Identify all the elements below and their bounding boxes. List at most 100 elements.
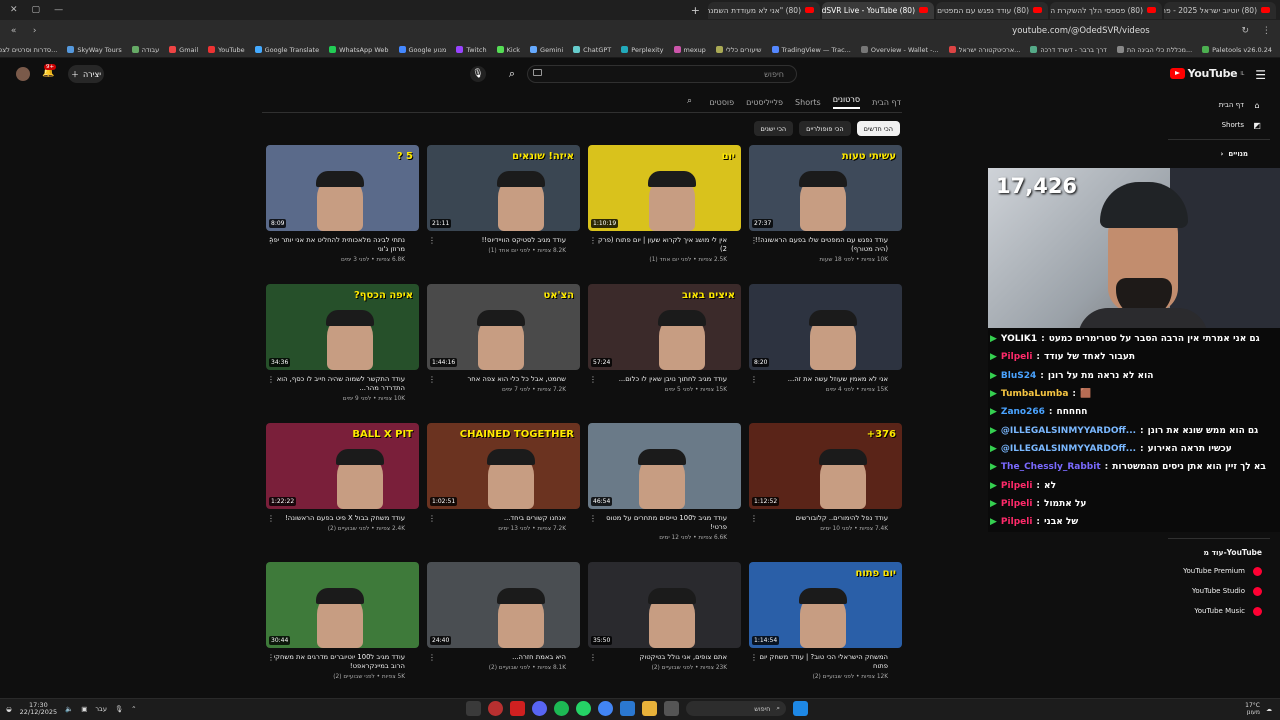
notifications-button[interactable]: 🔔 9+: [42, 64, 57, 78]
more-options-icon[interactable]: ⋮: [267, 514, 275, 523]
video-card[interactable]: 5 ? 8:09 נתתי לבינה מלאכותית להחליט את אני…: [265, 145, 419, 284]
more-options-icon[interactable]: ⋮: [750, 653, 758, 662]
video-card[interactable]: איזה! שונאים 21:11 עודד מגיב לסטיקס הווייד…: [426, 145, 580, 284]
video-card[interactable]: איצים באוב 57:24 עודד מגיב לחתוך נויבן שאי…: [587, 284, 741, 423]
network-icon[interactable]: ▣: [81, 705, 87, 713]
browser-tab[interactable]: (80) פספסי הלך להשקרת הבשפי×: [1050, 1, 1162, 19]
spotify-app-icon[interactable]: [554, 701, 569, 716]
video-title[interactable]: נתתי לבינה מלאכותית להחליט את אני יותר י…: [267, 236, 405, 254]
video-title[interactable]: שחמט, אבל כל כלי הוא צפה אחר: [428, 375, 566, 384]
bookmark-item[interactable]: TradingView — Trac...: [771, 46, 851, 54]
taskbar-search[interactable]: חיפוש ⌕: [686, 701, 786, 716]
more-options-icon[interactable]: ⋮: [750, 236, 758, 245]
video-card[interactable]: יום פתוח 1:14:54 המשחק הישראלי הכי טוב? | …: [748, 562, 902, 701]
more-options-icon[interactable]: ⋮: [428, 236, 436, 245]
video-thumbnail[interactable]: 24:40: [427, 562, 580, 648]
bookmark-item[interactable]: Google Translate: [254, 46, 319, 54]
video-title[interactable]: היא באמת חזרה...: [428, 653, 566, 662]
whatsapp-app-icon[interactable]: [576, 701, 591, 716]
video-title[interactable]: המשחק הישראלי הכי טוב? | עודד משחק יום פ…: [750, 653, 888, 671]
language-indicator[interactable]: עבר: [95, 705, 107, 713]
video-thumbnail[interactable]: איצים באוב 57:24: [588, 284, 741, 370]
bookmark-item[interactable]: Paletools v26.0.24: [1202, 46, 1272, 54]
browser-tab[interactable]: (80) "אני לא מעודדת השמנה!"×: [708, 1, 820, 19]
volume-icon[interactable]: 🔈: [65, 705, 73, 713]
address-bar[interactable]: youtube.com/@OdedSVR/videos: [50, 23, 1229, 39]
more-options-icon[interactable]: ⋮: [267, 653, 275, 662]
video-title[interactable]: עודד מגיב ל100 טייסים מתחרים על מטוס פרט…: [589, 514, 727, 532]
video-card[interactable]: איפה הכסף? 34:36 עודד התקשר לשמוה שהיה חיי…: [265, 284, 419, 423]
bookmark-item[interactable]: Google מנוע: [398, 46, 446, 54]
video-thumbnail[interactable]: 5 ? 8:09: [266, 145, 419, 231]
video-thumbnail[interactable]: 30:44: [266, 562, 419, 648]
bookmark-item[interactable]: Gmail: [169, 46, 198, 54]
create-button[interactable]: ＋ יצירה: [68, 65, 104, 83]
video-title[interactable]: עודד נפגש עם המפטים שלו בפעם הראשונה!! (…: [750, 236, 888, 254]
bookmark-item[interactable]: Kick: [496, 46, 520, 54]
video-thumbnail[interactable]: יום 1:10:19: [588, 145, 741, 231]
browser-tab[interactable]: (80) עודד נפגש עם המפטים של×: [936, 1, 1048, 19]
video-card[interactable]: CHAINED TOGETHER 1:02:51 אנחנו קשורים ביחד…: [426, 423, 580, 562]
menu-hamburger-icon[interactable]: ☰: [1255, 68, 1266, 82]
chrome-app-icon[interactable]: [598, 701, 613, 716]
video-card[interactable]: יום 1:10:19 אין לי מושג איך לקרוא שעון | י…: [587, 145, 741, 284]
bookmark-item[interactable]: Twitch: [456, 46, 487, 54]
taskview-icon[interactable]: [664, 701, 679, 716]
video-title[interactable]: עודד מגיב לחתוך נויבן שאין לו כלום...: [589, 375, 727, 384]
more-options-icon[interactable]: ⋮: [428, 514, 436, 523]
video-title[interactable]: עודד מגיב לסטיקס הוויידיוס!!: [428, 236, 566, 245]
bookmark-item[interactable]: דרך ברבר - דשרד דרכה: [1030, 46, 1107, 54]
more-options-icon[interactable]: ⋮: [589, 514, 597, 523]
video-thumbnail[interactable]: איזה! שונאים 21:11: [427, 145, 580, 231]
video-title[interactable]: עודד התקשר לשמוה שהיה חייב לו כסף, הוא ה…: [267, 375, 405, 393]
video-title[interactable]: עודד מגיב ל100 יוטיוברים מדרגים את משחקי…: [267, 653, 405, 671]
obs-app-icon[interactable]: [488, 701, 503, 716]
menu-icon[interactable]: ⋮: [1261, 26, 1272, 36]
bookmark-item[interactable]: mexup: [673, 46, 706, 54]
bookmark-item[interactable]: ארכיטקטורה ישראל...: [948, 46, 1020, 54]
back-icon[interactable]: «: [8, 26, 19, 36]
tab-channel[interactable]: סרטונים: [832, 95, 861, 109]
voice-search-button[interactable]: 🎙: [470, 66, 486, 82]
more-options-icon[interactable]: ⋮: [750, 375, 758, 384]
red-app-icon[interactable]: [510, 701, 525, 716]
discord-app-icon[interactable]: [532, 701, 547, 716]
bookmark-item[interactable]: WhatsApp Web: [329, 46, 389, 54]
browser-tab[interactable]: (80) OdedSVR Live - YouTube×: [822, 1, 934, 19]
bookmark-item[interactable]: שיעורים כללי: [715, 46, 762, 54]
video-card[interactable]: 8:20 אני לא מאמין שעוזל עשה את זה... 15K צ…: [748, 284, 902, 423]
video-thumbnail[interactable]: הצ'אט 1:44:16: [427, 284, 580, 370]
bookmark-item[interactable]: ChatGPT: [573, 46, 611, 54]
settings-app-icon[interactable]: [466, 701, 481, 716]
browser-tab[interactable]: (80) יוטיוב ישראל 2025 - פרטנון×: [1164, 1, 1276, 19]
forward-icon[interactable]: ›: [29, 26, 40, 36]
new-tab-button[interactable]: +: [685, 4, 706, 17]
sort-chip[interactable]: הכי חדשים: [856, 121, 900, 136]
more-options-icon[interactable]: ⋮: [267, 236, 275, 245]
sidebar-item-yt-studio[interactable]: YouTube Studio: [1158, 581, 1280, 601]
video-title[interactable]: אתם צופים, אני גולל בטיקטוק: [589, 653, 727, 662]
bookmark-item[interactable]: YouTube: [208, 46, 245, 54]
close-window-icon[interactable]: ✕: [10, 5, 18, 15]
more-options-icon[interactable]: ⋮: [267, 375, 275, 384]
video-thumbnail[interactable]: 8:20: [749, 284, 902, 370]
more-options-icon[interactable]: ⋮: [589, 375, 597, 384]
tab-channel[interactable]: פלייליסטים: [746, 98, 783, 107]
tab-channel[interactable]: פוסטים: [709, 98, 734, 107]
video-card[interactable]: 35:50 אתם צופים, אני גולל בטיקטוק 23K צפיו…: [587, 562, 741, 701]
video-card[interactable]: עשיתי טעות 27:37 עודד נפגש עם המפטים שלו ב…: [748, 145, 902, 284]
video-thumbnail[interactable]: יום פתוח 1:14:54: [749, 562, 902, 648]
video-thumbnail[interactable]: 376+ 1:12:52: [749, 423, 902, 509]
store-app-icon[interactable]: [620, 701, 635, 716]
bookmark-item[interactable]: מכללת כלי הבינה הת...: [1116, 46, 1192, 54]
tab-channel[interactable]: Shorts: [795, 98, 821, 107]
video-card[interactable]: BALL X PIT 1:22:22 עודד משחק בבול X פיט בפ…: [265, 423, 419, 562]
sidebar-item-home[interactable]: ⌂ דף הבית: [1158, 95, 1280, 115]
more-options-icon[interactable]: ⋮: [428, 653, 436, 662]
bookmark-item[interactable]: Overview - Wallet -...: [860, 46, 939, 54]
video-title[interactable]: עודד משחק בבול X פיט בפעם הראשונה!: [267, 514, 405, 523]
sidebar-item-shorts[interactable]: ◩ Shorts: [1158, 115, 1280, 135]
keyboard-icon[interactable]: [533, 69, 542, 76]
sort-chip[interactable]: הכי פופולריים: [799, 121, 851, 136]
sidebar-item-yt-premium[interactable]: YouTube Premium: [1158, 561, 1280, 581]
